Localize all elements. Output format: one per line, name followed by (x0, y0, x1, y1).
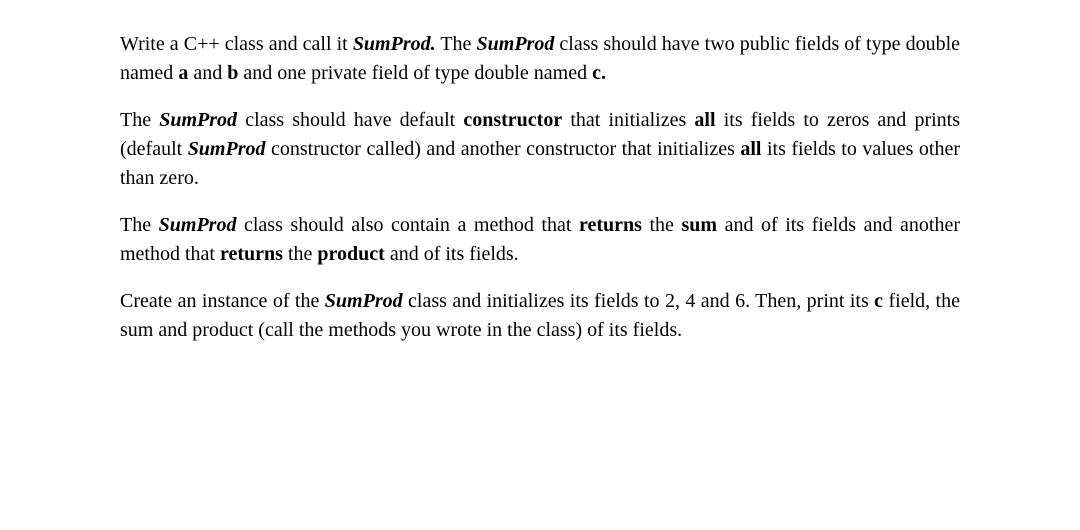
field-b: b (227, 62, 238, 84)
keyword-sum: sum (681, 214, 717, 236)
class-name: SumProd. (353, 33, 436, 55)
class-name: SumProd (159, 214, 237, 236)
text: The (120, 214, 159, 236)
text: Create an instance of the (120, 290, 325, 312)
class-name: SumProd (477, 33, 555, 55)
text: the (642, 214, 682, 236)
field-a: a (178, 62, 188, 84)
text: that initializes (562, 109, 694, 131)
keyword-all: all (740, 138, 761, 160)
keyword-product: product (317, 243, 384, 265)
class-name: SumProd (325, 290, 403, 312)
paragraph-4: Create an instance of the SumProd class … (120, 287, 960, 345)
text: and of its fields. (385, 243, 519, 265)
text: the (283, 243, 317, 265)
text: The (436, 33, 477, 55)
text: class should also contain a method that (236, 214, 579, 236)
field-c: c. (592, 62, 606, 84)
text: class and initializes its fields to 2, 4… (403, 290, 875, 312)
text: and (188, 62, 227, 84)
class-name: SumProd (188, 138, 266, 160)
paragraph-1: Write a C++ class and call it SumProd. T… (120, 30, 960, 88)
paragraph-2: The SumProd class should have default co… (120, 106, 960, 193)
keyword-returns: returns (220, 243, 283, 265)
text: constructor called) and another construc… (266, 138, 741, 160)
keyword-all: all (694, 109, 715, 131)
keyword-constructor: constructor (463, 109, 562, 131)
text: The (120, 109, 159, 131)
text: class should have default (237, 109, 463, 131)
field-c: c (874, 290, 883, 312)
keyword-returns: returns (579, 214, 642, 236)
paragraph-3: The SumProd class should also contain a … (120, 211, 960, 269)
class-name: SumProd (159, 109, 237, 131)
text: and one private field of type double nam… (238, 62, 592, 84)
text: Write a C++ class and call it (120, 33, 353, 55)
